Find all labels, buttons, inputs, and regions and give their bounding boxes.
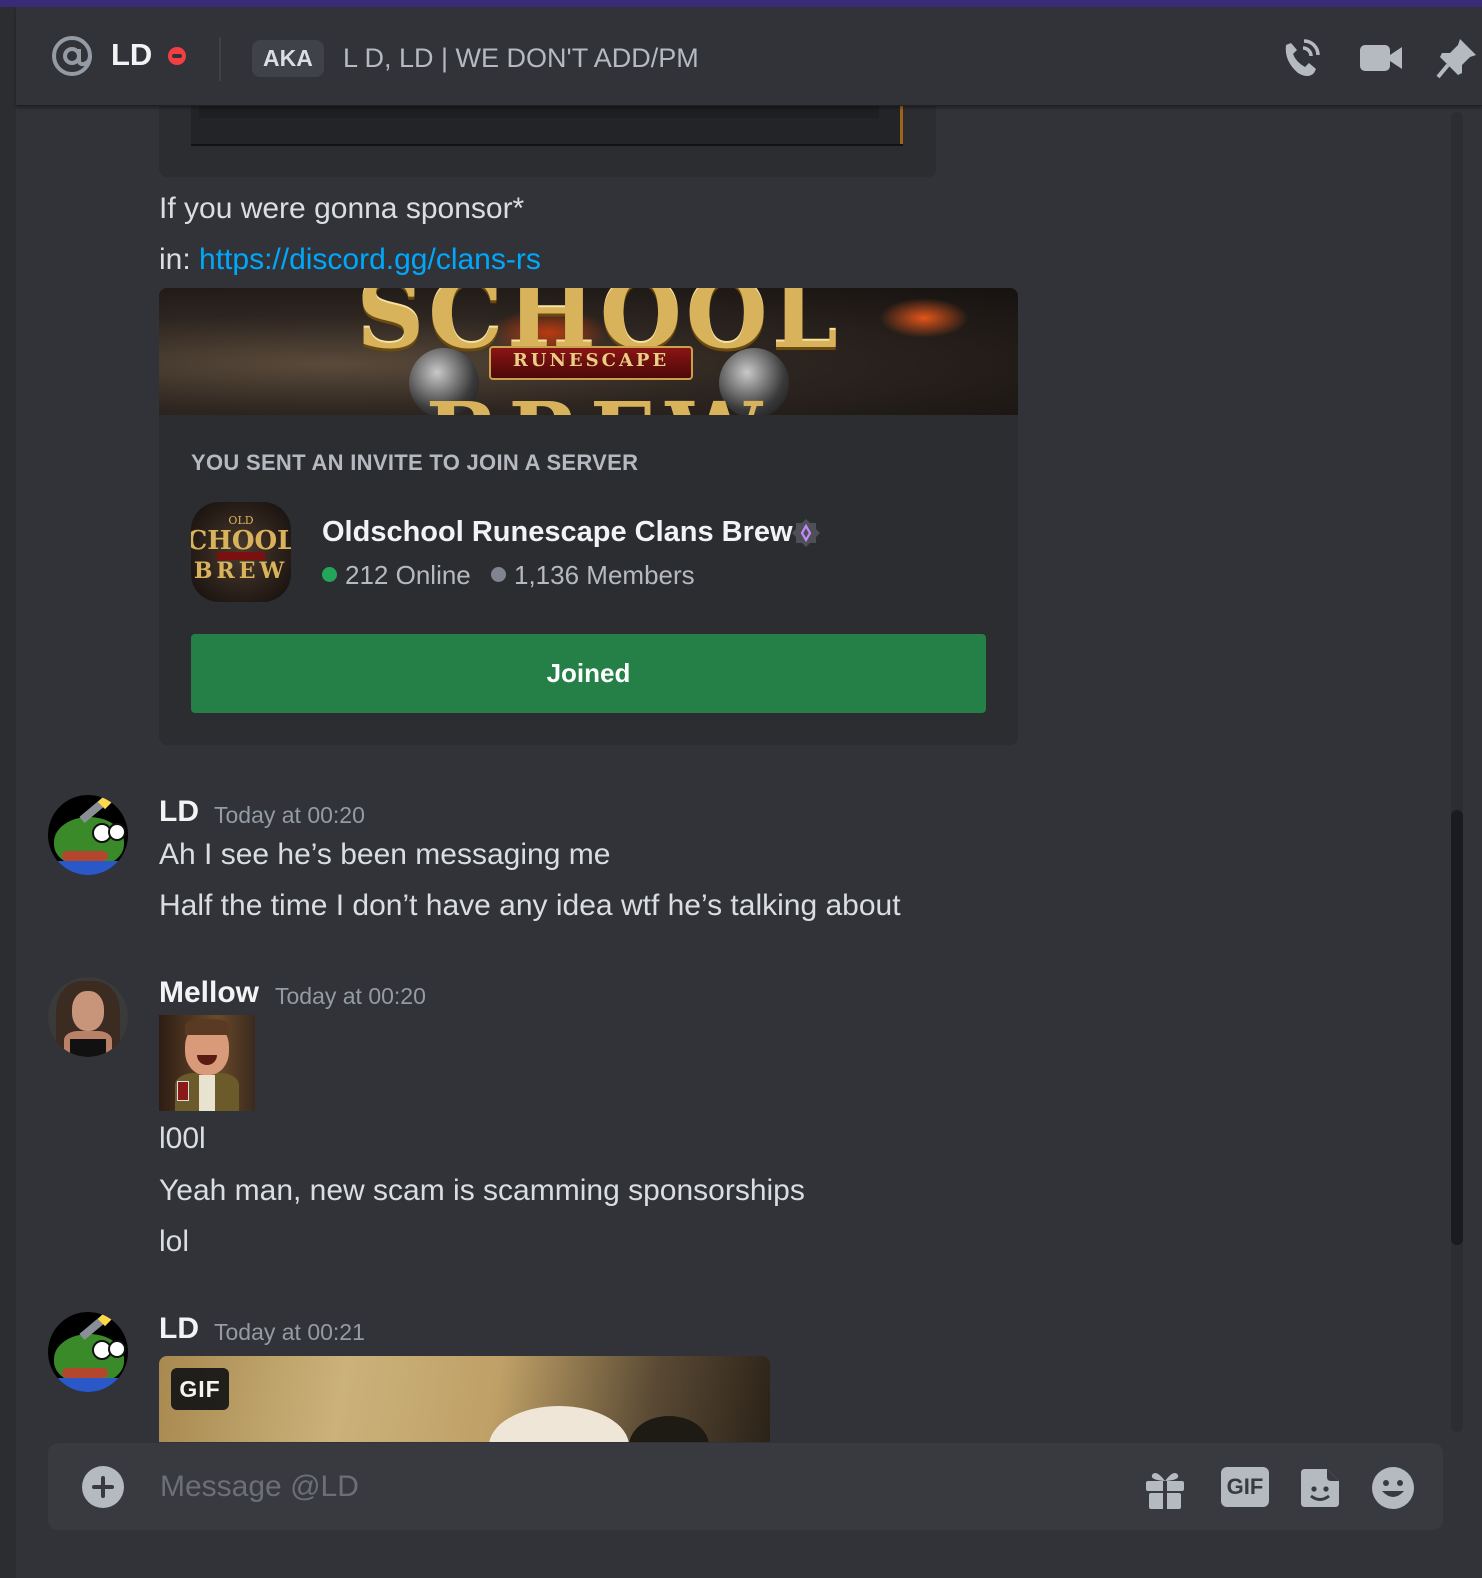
message-text: lol <box>159 1225 190 1258</box>
message-composer: GIF <box>48 1443 1443 1530</box>
invite-label: YOU SENT AN INVITE TO JOIN A SERVER <box>191 450 639 475</box>
message-text: Yeah man, new scam is scamming sponsorsh… <box>159 1174 805 1207</box>
avatar[interactable] <box>48 795 128 875</box>
message-text: Ah I see he’s been messaging me <box>159 838 611 871</box>
community-badge-icon <box>792 519 820 547</box>
at-sign-icon <box>52 36 92 76</box>
message-author[interactable]: LD <box>159 1312 199 1346</box>
sticker-icon[interactable] <box>1297 1465 1343 1511</box>
online-dot-icon <box>322 567 337 582</box>
server-banner-image: SCHOOL RUNESCAPE BREW <box>159 288 1018 415</box>
message-text: l00l <box>159 1122 206 1155</box>
emoji-icon[interactable] <box>1370 1465 1416 1511</box>
message-text: If you were gonna sponsor* <box>159 192 525 225</box>
message-text: Half the time I don’t have any idea wtf … <box>159 889 901 922</box>
gif-icon[interactable]: GIF <box>1221 1467 1269 1507</box>
aka-names: L D, LD | WE DON'T ADD/PM <box>343 43 699 73</box>
server-invite-card: SCHOOL RUNESCAPE BREW YOU SENT AN INVITE… <box>159 288 1018 745</box>
members-dot-icon <box>491 567 506 582</box>
channel-header: LD AKA L D, LD | WE DON'T ADD/PM <box>16 7 1482 106</box>
dm-username[interactable]: LD <box>111 37 152 73</box>
message-author[interactable]: LD <box>159 795 199 829</box>
phone-call-icon[interactable] <box>1278 35 1324 81</box>
message-timestamp: Today at 00:20 <box>275 983 426 1009</box>
joined-button[interactable]: Joined <box>191 634 986 713</box>
message-timestamp: Today at 00:20 <box>214 802 365 828</box>
link-prefix: in: <box>159 243 200 276</box>
avatar[interactable] <box>48 977 128 1057</box>
add-attachment-icon[interactable] <box>82 1466 124 1508</box>
aka-badge: AKA <box>252 40 324 77</box>
message-input[interactable] <box>158 1461 1062 1513</box>
gif-badge: GIF <box>171 1368 229 1410</box>
left-rail <box>0 7 16 1578</box>
server-icon[interactable]: OLD CHOOL BREW <box>191 502 291 602</box>
avatar[interactable] <box>48 1312 128 1392</box>
banner-logo-text-bottom: BREW <box>299 384 899 415</box>
gift-icon[interactable] <box>1142 1465 1188 1511</box>
laughing-emoji-image[interactable] <box>159 1015 255 1111</box>
window-top-stripe <box>0 0 1482 7</box>
header-divider <box>219 37 221 81</box>
pin-icon[interactable] <box>1434 35 1480 81</box>
scrollbar-thumb[interactable] <box>1451 810 1463 1245</box>
video-camera-icon[interactable] <box>1358 35 1404 81</box>
invite-link[interactable]: https://discord.gg/clans-rs <box>199 243 541 276</box>
footer-spacer <box>16 1530 1482 1578</box>
message-author[interactable]: Mellow <box>159 976 259 1010</box>
dnd-status-icon <box>168 47 186 65</box>
banner-logo-subtitle: RUNESCAPE <box>512 350 670 371</box>
message-text-with-link: in: https://discord.gg/clans-rs <box>159 243 541 277</box>
embed-image-bottom <box>191 100 903 146</box>
member-count: 1,136 Members <box>491 560 695 591</box>
online-count: 212 Online <box>322 560 471 591</box>
message-timestamp: Today at 00:21 <box>214 1319 365 1345</box>
gif-embed[interactable]: GIF <box>159 1356 770 1442</box>
server-name[interactable]: Oldschool Runescape Clans Brew <box>322 516 793 549</box>
previous-embed <box>159 100 936 177</box>
